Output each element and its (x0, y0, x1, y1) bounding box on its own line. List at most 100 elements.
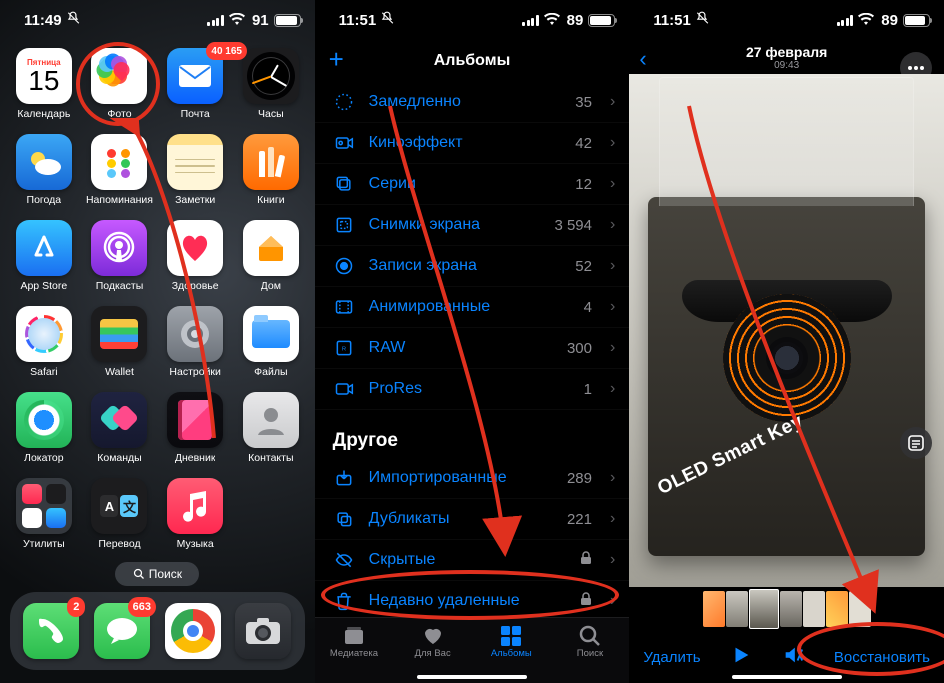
chrome-icon (165, 603, 221, 659)
tab-library[interactable]: Медиатека (315, 624, 394, 659)
app-reminders[interactable]: Напоминания (86, 134, 154, 206)
row-recently-deleted[interactable]: Недавно удаленные › (315, 581, 630, 622)
wifi-icon (229, 12, 245, 29)
row-duplicates[interactable]: Дубликаты 221 › (315, 499, 630, 540)
app-podcasts[interactable]: Подкасты (86, 220, 154, 292)
back-button[interactable]: ‹ (639, 46, 646, 72)
play-button[interactable] (730, 644, 752, 671)
app-utilities-folder[interactable]: Утилиты (10, 478, 78, 550)
app-files[interactable]: Файлы (237, 306, 305, 378)
home-indicator[interactable] (732, 675, 842, 679)
svg-text:R: R (342, 347, 346, 353)
dock-chrome[interactable] (165, 603, 221, 659)
app-shortcuts[interactable]: Команды (86, 392, 154, 464)
thumb[interactable] (849, 591, 871, 627)
row-screenshots[interactable]: Снимки экрана 3 594 › (315, 205, 630, 246)
app-translate[interactable]: A文 Перевод (86, 478, 154, 550)
chevron-right-icon: › (610, 339, 615, 357)
chevron-right-icon: › (610, 216, 615, 234)
app-books[interactable]: Книги (237, 134, 305, 206)
app-findmy[interactable]: Локатор (10, 392, 78, 464)
photo-time: 09:43 (774, 60, 799, 71)
app-calendar[interactable]: Пятница 15 Календарь (10, 48, 78, 120)
animated-icon (333, 297, 355, 317)
row-slomo[interactable]: Замедленно 35 › (315, 82, 630, 123)
delete-button[interactable]: Удалить (643, 649, 700, 666)
thumb-active[interactable] (749, 589, 779, 629)
chevron-right-icon: › (610, 380, 615, 398)
app-settings[interactable]: Настройки (161, 306, 229, 378)
app-safari[interactable]: Safari (10, 306, 78, 378)
app-health[interactable]: Здоровье (161, 220, 229, 292)
row-prores[interactable]: ProRes 1 › (315, 369, 630, 410)
app-notes[interactable]: Заметки (161, 134, 229, 206)
contacts-icon (243, 392, 299, 448)
app-weather[interactable]: Погода (10, 134, 78, 206)
lock-icon (580, 592, 592, 611)
home-icon (243, 220, 299, 276)
app-mail[interactable]: 40 165 Почта (161, 48, 229, 120)
findmy-icon (16, 392, 72, 448)
dock-messages[interactable]: 663 (94, 603, 150, 659)
spotlight-search[interactable]: Поиск (115, 562, 199, 586)
silent-mode-icon (380, 11, 394, 29)
tab-albums[interactable]: Альбомы (472, 624, 551, 659)
dock-camera[interactable] (235, 603, 291, 659)
settings-icon (167, 306, 223, 362)
app-clock[interactable]: Часы (237, 48, 305, 120)
photo-viewport[interactable]: OLED Smart Key (629, 74, 944, 587)
home-indicator[interactable] (417, 675, 527, 679)
app-photos[interactable]: Фото (86, 48, 154, 120)
thumb[interactable] (803, 591, 825, 627)
shortcuts-icon (91, 392, 147, 448)
row-hidden[interactable]: Скрытые › (315, 540, 630, 581)
signal-icon (837, 15, 854, 26)
dock-phone[interactable]: 2 (23, 603, 79, 659)
app-appstore[interactable]: App Store (10, 220, 78, 292)
add-album-button[interactable]: + (329, 44, 344, 75)
status-time: 11:51 (653, 12, 691, 29)
safari-icon (16, 306, 72, 362)
row-screenrec[interactable]: Записи экрана 52 › (315, 246, 630, 287)
chevron-right-icon: › (610, 551, 615, 569)
slomo-icon (333, 92, 355, 112)
restore-button[interactable]: Восстановить (834, 649, 930, 666)
tab-foryou[interactable]: Для Вас (393, 624, 472, 659)
live-text-button[interactable] (900, 427, 932, 459)
steering-wheel (682, 280, 892, 430)
app-contacts[interactable]: Контакты (237, 392, 305, 464)
status-bar: 11:51 89 (315, 0, 630, 40)
chevron-right-icon: › (610, 257, 615, 275)
thumb[interactable] (780, 591, 802, 627)
app-home[interactable]: Дом (237, 220, 305, 292)
raw-icon: R (333, 338, 355, 358)
chevron-right-icon: › (610, 93, 615, 111)
thumb[interactable] (826, 591, 848, 627)
burst-icon (333, 174, 355, 194)
status-time: 11:49 (24, 12, 62, 29)
signal-icon (522, 15, 539, 26)
thumb[interactable] (703, 591, 725, 627)
thumb[interactable] (726, 591, 748, 627)
row-bursts[interactable]: Серии 12 › (315, 164, 630, 205)
row-cinematic[interactable]: Киноэффект 42 › (315, 123, 630, 164)
row-imports[interactable]: Импортированные 289 › (315, 458, 630, 499)
row-animated[interactable]: Анимированные 4 › (315, 287, 630, 328)
app-music[interactable]: Музыка (161, 478, 229, 550)
battery-icon (903, 14, 930, 27)
row-raw[interactable]: R RAW 300 › (315, 328, 630, 369)
thumbnail-strip[interactable] (629, 587, 944, 631)
battery-icon (274, 14, 301, 27)
mute-button[interactable] (782, 644, 804, 671)
tab-search[interactable]: Поиск (551, 624, 630, 659)
chevron-right-icon: › (610, 469, 615, 487)
app-wallet[interactable]: Wallet (86, 306, 154, 378)
calendar-icon: Пятница 15 (16, 48, 72, 104)
screenshot-icon (333, 215, 355, 235)
utilities-folder-icon (16, 478, 72, 534)
home-grid: Пятница 15 Календарь Фото 40 165 Почта Ч… (0, 40, 315, 550)
chevron-right-icon: › (610, 592, 615, 610)
wallet-icon (91, 306, 147, 362)
notes-icon (167, 134, 223, 190)
app-journal[interactable]: Дневник (161, 392, 229, 464)
